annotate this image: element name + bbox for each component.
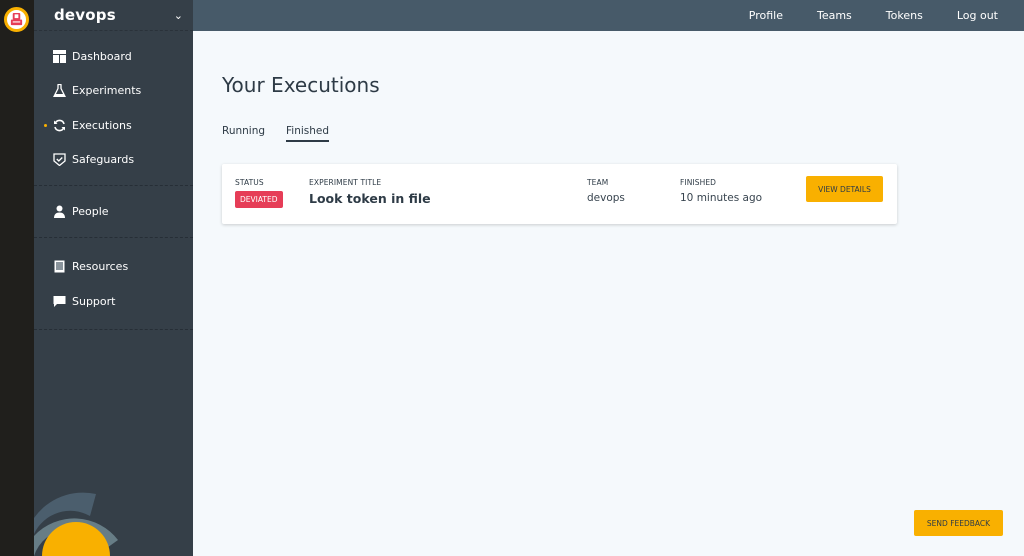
tab-finished[interactable]: Finished: [286, 125, 330, 142]
status-badge: DEVIATED: [235, 191, 283, 208]
status-column: STATUS DEVIATED: [235, 178, 283, 208]
chat-icon: [53, 295, 66, 308]
app-logo-icon[interactable]: [4, 7, 29, 32]
nav-group-people: People: [34, 186, 193, 238]
sidebar-item-label: People: [72, 204, 109, 218]
nav-group-main: Dashboard Experiments Executions Safegua…: [34, 31, 193, 186]
tab-running[interactable]: Running: [222, 125, 265, 142]
sidebar-item-label: Dashboard: [72, 49, 132, 63]
experiment-title[interactable]: Look token in file: [309, 191, 431, 206]
decorative-graphic: [34, 492, 118, 556]
sidebar-item-support[interactable]: Support: [34, 284, 193, 319]
experiment-title-label: EXPERIMENT TITLE: [309, 178, 382, 187]
book-icon: [53, 260, 66, 273]
sidebar-item-resources[interactable]: Resources: [34, 250, 193, 285]
org-name: devops: [54, 6, 116, 24]
shield-check-icon: [53, 153, 66, 167]
top-navbar: Profile Teams Tokens Log out: [193, 0, 1024, 31]
sidebar-item-label: Experiments: [72, 84, 142, 98]
sidebar-item-executions[interactable]: Executions: [34, 108, 193, 143]
sidebar-item-label: Safeguards: [72, 153, 135, 167]
dashboard-icon: [53, 49, 66, 63]
flask-icon: [53, 84, 66, 98]
person-icon: [53, 205, 66, 218]
nav-link-profile[interactable]: Profile: [749, 9, 783, 22]
team-label: TEAM: [587, 178, 609, 187]
sidebar-item-people[interactable]: People: [34, 194, 193, 229]
refresh-icon: [53, 119, 66, 132]
finished-value: 10 minutes ago: [680, 192, 763, 204]
execution-card: STATUS DEVIATED EXPERIMENT TITLE Look to…: [222, 164, 897, 224]
title-column: EXPERIMENT TITLE Look token in file: [309, 178, 431, 206]
nav-link-tokens[interactable]: Tokens: [886, 9, 923, 22]
team-column: TEAM devops: [587, 178, 625, 204]
sidebar-item-experiments[interactable]: Experiments: [34, 74, 193, 109]
sidebar-item-label: Executions: [72, 118, 132, 132]
nav-group-help: Resources Support: [34, 238, 193, 330]
sidebar: devops ⌄ Dashboard Experiments Execution…: [34, 0, 193, 556]
sidebar-item-label: Support: [72, 294, 116, 308]
org-switcher[interactable]: devops ⌄: [34, 0, 193, 31]
finished-column: FINISHED 10 minutes ago: [680, 178, 762, 204]
send-feedback-button[interactable]: SEND FEEDBACK: [914, 510, 1003, 536]
view-details-button[interactable]: VIEW DETAILS: [806, 176, 883, 202]
app-rail: [0, 0, 34, 556]
nav-link-logout[interactable]: Log out: [957, 9, 998, 22]
chevron-down-icon[interactable]: ⌄: [174, 9, 183, 22]
active-indicator: [44, 123, 47, 127]
page-title: Your Executions: [222, 73, 380, 97]
sidebar-item-dashboard[interactable]: Dashboard: [34, 39, 193, 74]
execution-tabs: Running Finished: [222, 125, 350, 142]
team-value: devops: [587, 192, 625, 204]
main-content: Your Executions Running Finished STATUS …: [193, 31, 1024, 556]
sidebar-item-label: Resources: [72, 260, 129, 274]
status-label: STATUS: [235, 178, 264, 187]
finished-label: FINISHED: [680, 178, 717, 187]
nav-link-teams[interactable]: Teams: [817, 9, 852, 22]
sidebar-item-safeguards[interactable]: Safeguards: [34, 143, 193, 178]
